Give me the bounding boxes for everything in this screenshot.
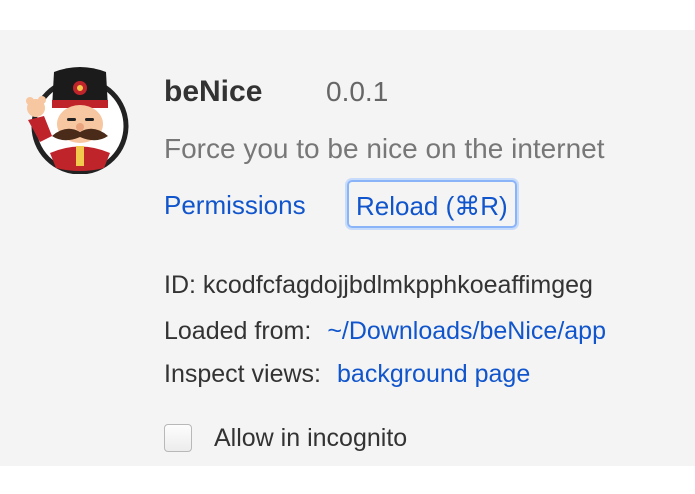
inspect-views-row: Inspect views: background page bbox=[164, 358, 530, 390]
reload-button[interactable]: Reload (⌘R) bbox=[347, 180, 517, 228]
extension-name: beNice bbox=[164, 75, 263, 108]
background-page-link[interactable]: background page bbox=[337, 360, 530, 388]
extension-description: Force you to be nice on the internet bbox=[164, 133, 605, 164]
loaded-from-row: Loaded from: ~/Downloads/beNice/app bbox=[164, 315, 606, 347]
allow-incognito-checkbox[interactable] bbox=[164, 424, 192, 452]
extension-version: 0.0.1 bbox=[326, 76, 389, 107]
inspect-views-label: Inspect views: bbox=[164, 360, 322, 388]
loaded-from-label: Loaded from: bbox=[164, 317, 312, 345]
allow-incognito-option[interactable]: Allow in incognito bbox=[164, 422, 407, 454]
allow-incognito-label: Allow in incognito bbox=[214, 423, 408, 452]
extension-card: beNice 0.0.1 Force you to be nice on the… bbox=[0, 30, 695, 466]
extension-id: ID: kcodfcfagdojjbdlmkpphkoeaffimgeg bbox=[164, 271, 593, 299]
beefeater-guard-avatar-icon bbox=[22, 60, 130, 175]
permissions-link[interactable]: Permissions bbox=[164, 188, 306, 222]
loaded-from-path-link[interactable]: ~/Downloads/beNice/app bbox=[327, 317, 606, 345]
